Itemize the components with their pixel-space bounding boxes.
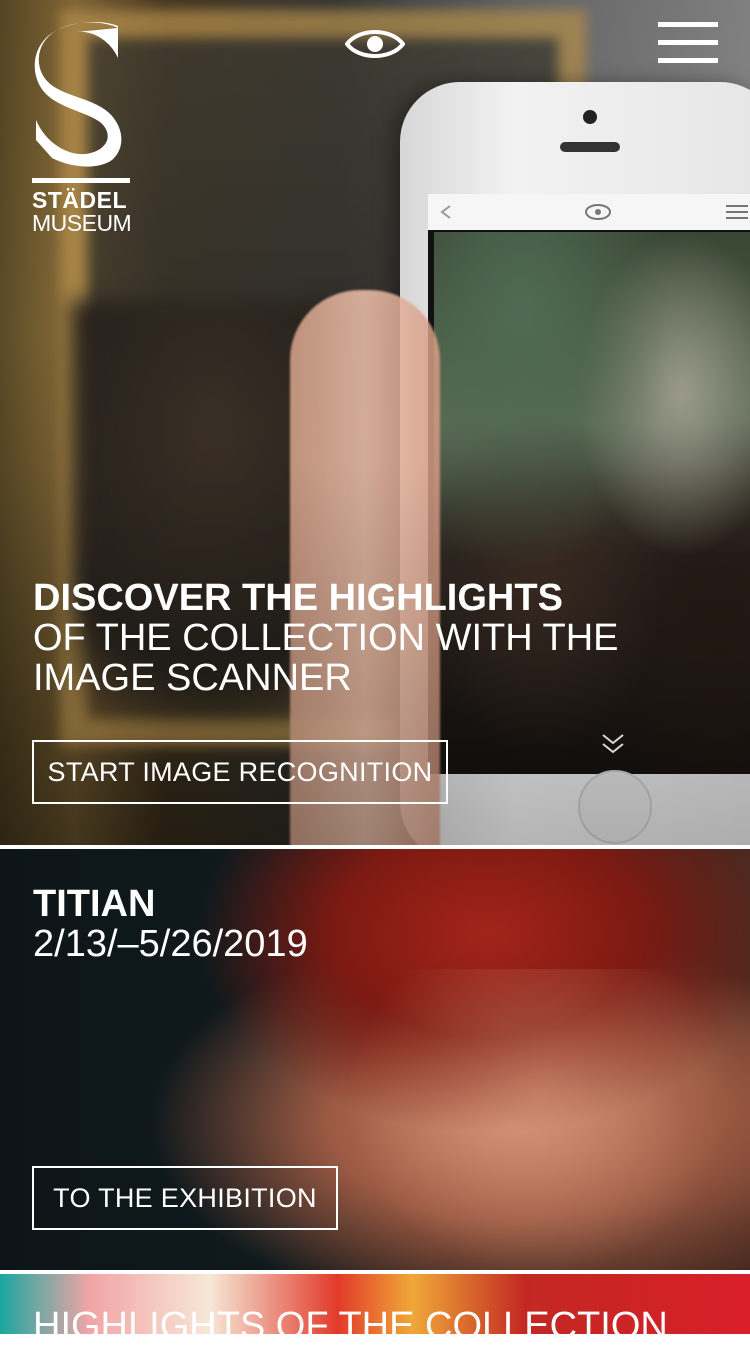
logo-s-mark [34,22,122,167]
titian-portrait [330,969,750,1270]
logo-rule [32,178,130,183]
eye-icon[interactable] [344,24,406,64]
hero-headline-line2: OF THE COLLECTION WITH THE [33,617,619,659]
start-image-recognition-button[interactable]: START IMAGE RECOGNITION [32,740,448,804]
exhibition-dates: 2/13/–5/26/2019 [33,923,308,965]
exhibition-heading: TITIAN 2/13/–5/26/2019 [33,884,308,964]
highlights-title: HIGHLIGHTS OF THE COLLECTION [33,1305,668,1347]
hamburger-menu-icon[interactable] [658,22,718,64]
to-the-exhibition-button[interactable]: TO THE EXHIBITION [32,1166,338,1230]
stadel-museum-logo[interactable]: STÄDEL MUSEUM [32,20,132,235]
hero-headline: DISCOVER THE HIGHLIGHTS OF THE COLLECTIO… [33,578,713,698]
hero-headline-strong: DISCOVER THE HIGHLIGHTS [33,577,563,619]
double-chevron-down-icon[interactable] [601,733,625,755]
logo-name: STÄDEL [32,187,127,213]
hero-headline-line3: IMAGE SCANNER [33,657,352,699]
logo-sub: MUSEUM [32,210,132,236]
exhibition-name: TITIAN [33,883,156,925]
